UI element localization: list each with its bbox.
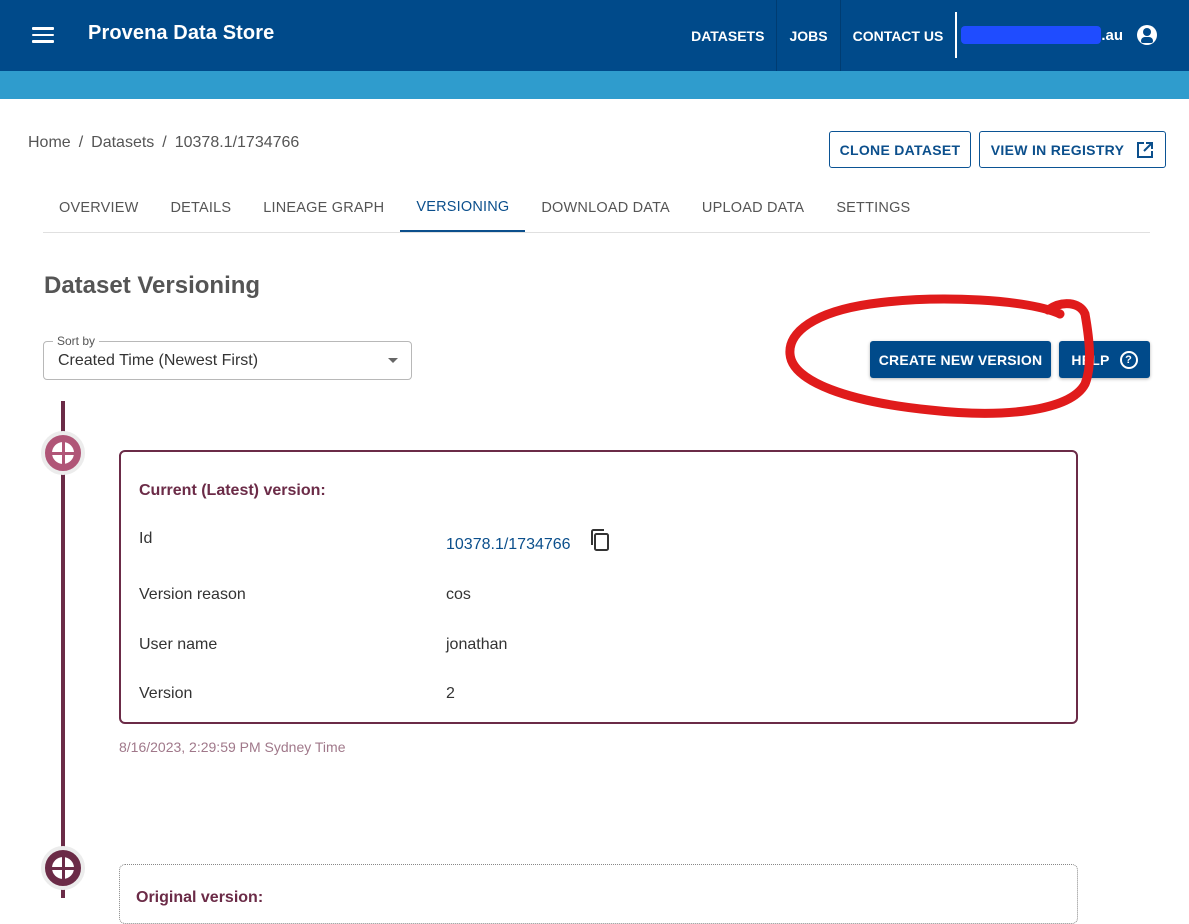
create-new-version-button[interactable]: CREATE NEW VERSION [870, 341, 1051, 378]
help-label: HELP [1071, 351, 1110, 368]
tab-settings[interactable]: SETTINGS [820, 184, 926, 232]
external-link-icon [1137, 141, 1154, 158]
sort-label: Sort by [53, 334, 100, 348]
user-name-label: User name [139, 636, 218, 653]
username-suffix: .au [1101, 26, 1123, 44]
tab-download-data[interactable]: DOWNLOAD DATA [525, 184, 686, 232]
help-button[interactable]: HELP ? [1059, 341, 1150, 378]
clone-dataset-label: CLONE DATASET [839, 141, 961, 158]
id-value-link[interactable]: 10378.1/1734766 [446, 536, 571, 554]
sort-select[interactable]: Sort by Created Time (Newest First) [43, 334, 412, 380]
app-title[interactable]: Provena Data Store [88, 22, 274, 45]
top-nav: DATASETS JOBS CONTACT US .au [679, 0, 1189, 71]
version-label: Version [139, 685, 193, 702]
breadcrumb: Home / Datasets / 10378.1/1734766 [28, 134, 299, 152]
version-node-icon [52, 857, 74, 879]
chevron-down-icon [388, 358, 398, 363]
nav-datasets[interactable]: DATASETS [679, 0, 776, 71]
create-new-version-label: CREATE NEW VERSION [878, 351, 1043, 368]
account-icon[interactable] [1137, 25, 1157, 45]
user-menu[interactable]: .au [955, 12, 1189, 58]
view-in-registry-label: VIEW IN REGISTRY [990, 141, 1125, 158]
tab-details[interactable]: DETAILS [155, 184, 248, 232]
sub-header-bar [0, 71, 1189, 99]
breadcrumb-home[interactable]: Home [28, 134, 71, 152]
tab-lineage-graph[interactable]: LINEAGE GRAPH [247, 184, 400, 232]
version-reason-value: cos [446, 586, 471, 603]
timeline-dot-current [41, 431, 85, 475]
id-label: Id [139, 530, 153, 547]
help-circle-icon: ? [1119, 350, 1138, 369]
user-name-value: jonathan [446, 636, 508, 653]
nav-jobs[interactable]: JOBS [776, 0, 839, 71]
view-in-registry-button[interactable]: VIEW IN REGISTRY [979, 131, 1166, 168]
timeline-dot-original [41, 846, 85, 890]
current-version-card: Current (Latest) version: Id 10378.1/173… [119, 450, 1078, 724]
nav-contact-us[interactable]: CONTACT US [839, 0, 956, 71]
version-value: 2 [446, 685, 455, 702]
version-timestamp: 8/16/2023, 2:29:59 PM Sydney Time [119, 739, 346, 755]
redacted-username [961, 26, 1102, 44]
breadcrumb-datasets[interactable]: Datasets [91, 134, 154, 152]
breadcrumb-separator: / [162, 134, 167, 151]
card-heading: Original version: [136, 889, 264, 906]
sort-value: Created Time (Newest First) [58, 352, 259, 369]
dataset-tabs: OVERVIEW DETAILS LINEAGE GRAPH VERSIONIN… [43, 184, 1150, 233]
timeline-line [61, 401, 65, 898]
breadcrumb-separator: / [78, 134, 84, 151]
card-heading: Current (Latest) version: [139, 482, 326, 499]
clone-dataset-button[interactable]: CLONE DATASET [829, 131, 971, 168]
version-reason-label: Version reason [139, 586, 246, 603]
app-bar: Provena Data Store DATASETS JOBS CONTACT… [0, 0, 1189, 71]
tab-versioning[interactable]: VERSIONING [400, 184, 526, 232]
breadcrumb-current: 10378.1/1734766 [174, 134, 300, 151]
version-node-icon [52, 442, 74, 464]
menu-icon[interactable] [30, 24, 56, 46]
tab-overview[interactable]: OVERVIEW [43, 184, 155, 232]
copy-icon[interactable] [589, 528, 611, 552]
tab-upload-data[interactable]: UPLOAD DATA [686, 184, 820, 232]
original-version-card: Original version: [119, 864, 1078, 924]
page-title: Dataset Versioning [44, 272, 261, 299]
